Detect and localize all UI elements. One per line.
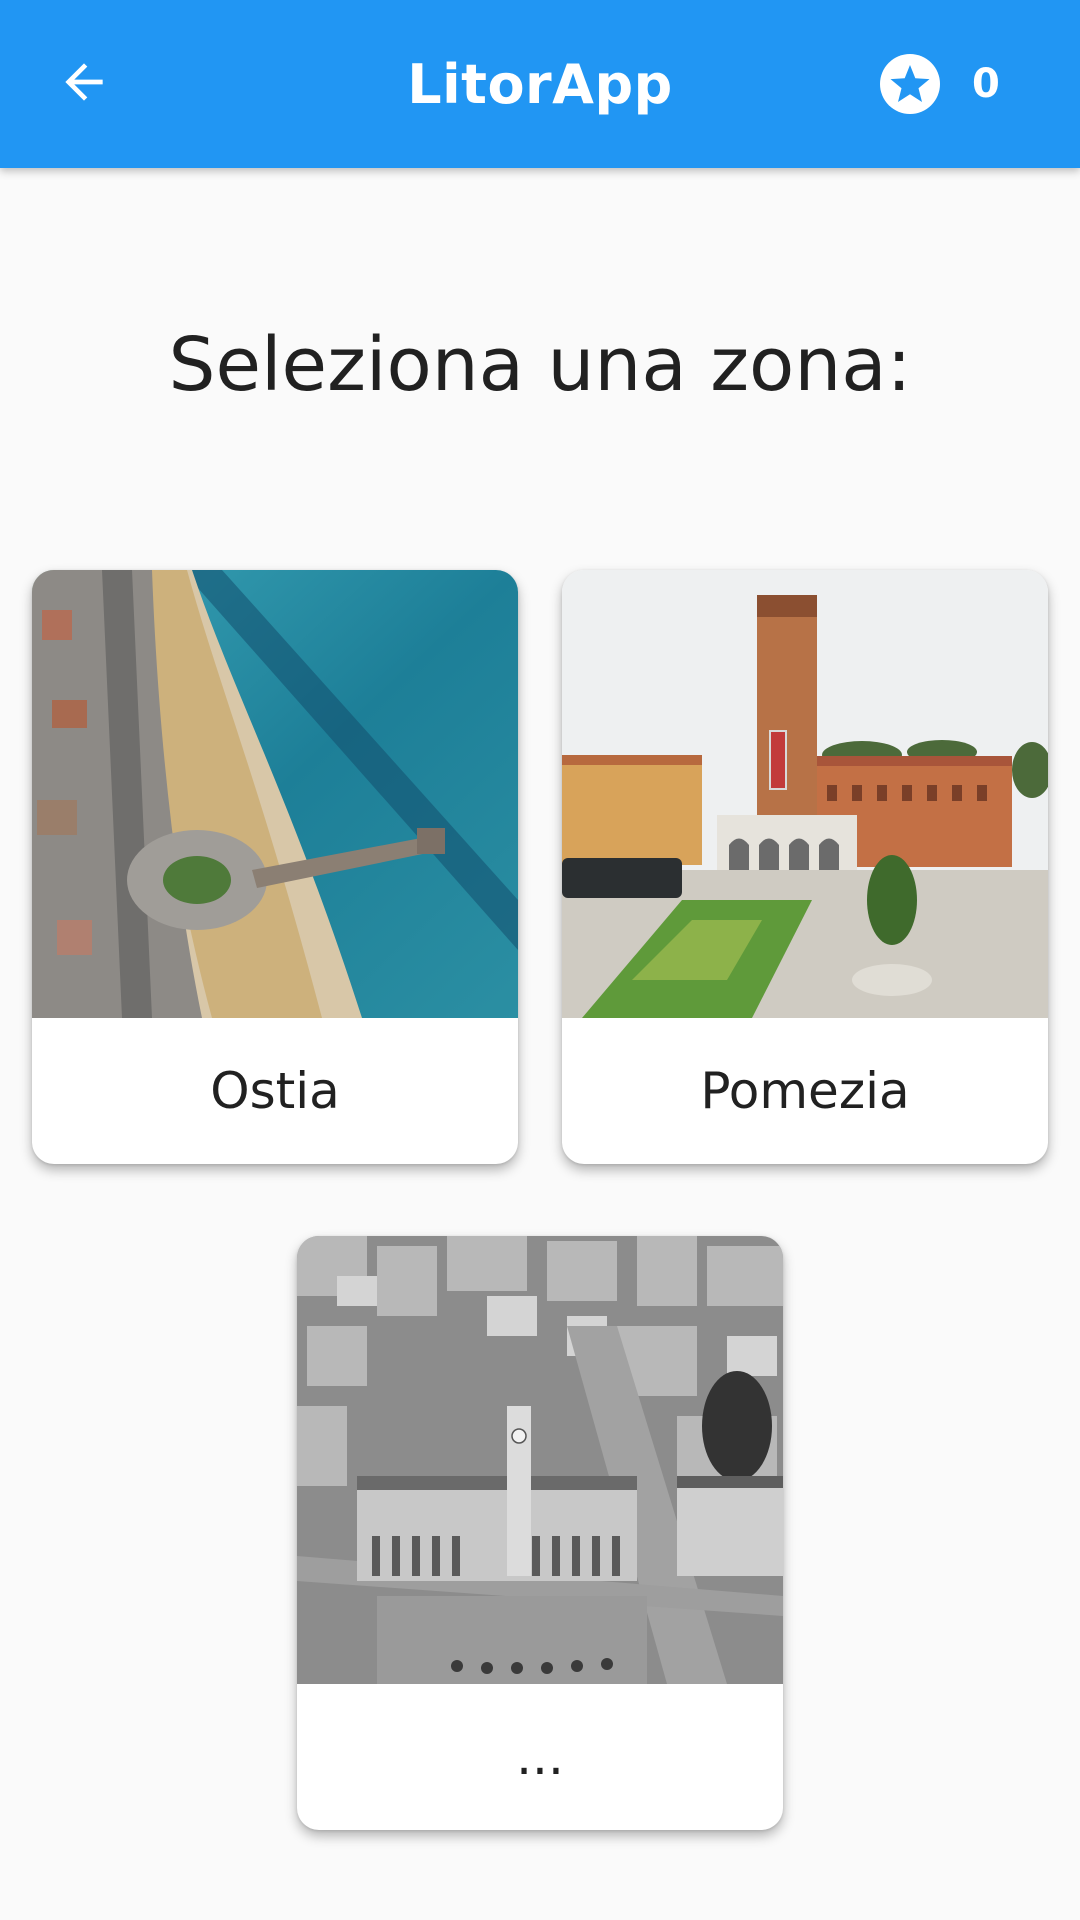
zone-image-pomezia [562,570,1048,1018]
zone-card-ostia[interactable]: Ostia [32,570,518,1164]
arrow-left-icon [56,54,112,114]
zone-label-more: ... [516,1728,564,1786]
zone-card-more[interactable]: ... [297,1236,783,1830]
back-button[interactable] [44,44,124,124]
star-circle-icon [878,54,942,120]
app-bar: LitorApp 0 [0,0,1080,168]
zone-label-ostia: Ostia [210,1062,340,1120]
zone-image-ostia [32,570,518,1018]
favorites-button[interactable] [878,52,942,116]
zone-card-pomezia[interactable]: Pomezia [562,570,1048,1164]
zone-image-more [297,1236,783,1684]
score-counter: 0 [972,61,1000,107]
zone-label-pomezia: Pomezia [700,1062,910,1120]
page-heading: Seleziona una zona: [168,322,912,408]
